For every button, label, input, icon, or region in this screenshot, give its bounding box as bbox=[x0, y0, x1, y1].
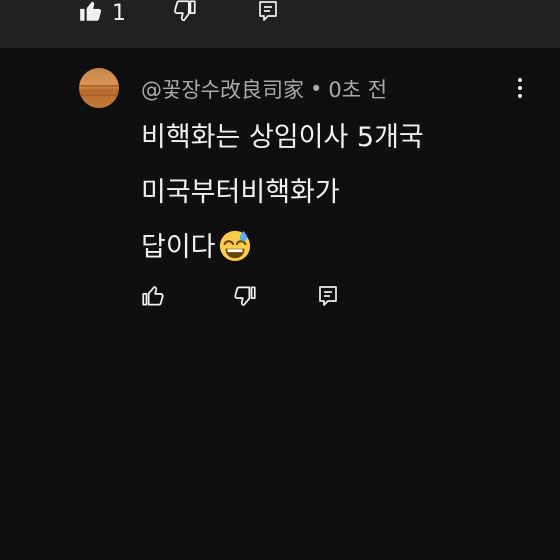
comment-item: @꽃장수改良司家 • 0초 전 비핵화는 상임이사 5개국 미국부터비핵화가 답… bbox=[0, 48, 560, 560]
reply-button[interactable] bbox=[256, 0, 280, 28]
comment-time: 0초 전 bbox=[328, 78, 388, 102]
like-count: 1 bbox=[112, 1, 126, 26]
more-options-button[interactable] bbox=[512, 76, 528, 100]
reply-icon bbox=[319, 286, 337, 306]
like-button[interactable]: 1 bbox=[78, 0, 126, 28]
thumbs-down-icon bbox=[234, 286, 256, 306]
comment-like-button[interactable] bbox=[139, 282, 167, 310]
comment-text: 비핵화는 상임이사 5개국 미국부터비핵화가 답이다 bbox=[141, 110, 541, 275]
comment-reply-button[interactable] bbox=[314, 282, 342, 310]
previous-comment-action-bar: 1 bbox=[0, 0, 560, 48]
thumbs-down-icon bbox=[174, 0, 196, 22]
comment-header: @꽃장수改良司家 • 0초 전 bbox=[141, 74, 387, 104]
comment-line-2: 미국부터비핵화가 bbox=[141, 177, 340, 208]
thumbs-up-filled-icon bbox=[80, 1, 102, 21]
more-vert-icon bbox=[518, 78, 522, 82]
comment-line-1: 비핵화는 상임이사 5개국 bbox=[141, 122, 424, 153]
grinning-face-with-sweat-emoji bbox=[219, 230, 250, 262]
comment-line-3: 답이다 bbox=[141, 220, 541, 275]
author-name[interactable]: @꽃장수改良司家 bbox=[141, 74, 304, 104]
avatar[interactable] bbox=[79, 68, 119, 108]
meta-separator: • bbox=[309, 77, 323, 101]
comment-dislike-button[interactable] bbox=[231, 282, 259, 310]
thumbs-up-icon bbox=[142, 286, 164, 306]
dislike-button[interactable] bbox=[172, 0, 198, 28]
reply-icon bbox=[259, 1, 277, 21]
